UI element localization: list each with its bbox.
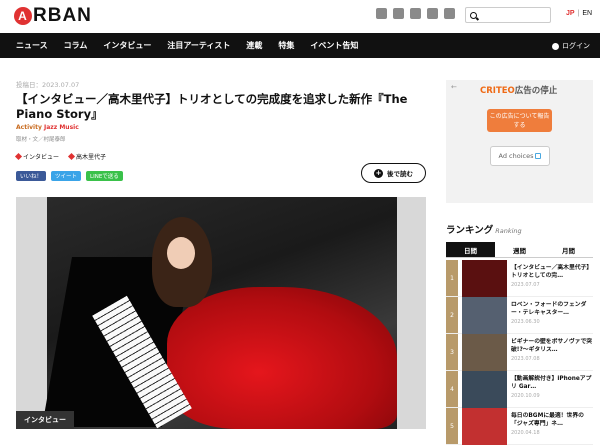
back-arrow-icon[interactable]: ← <box>451 83 457 91</box>
ranking-item-date: 2023.07.07 <box>511 282 540 288</box>
ranking-item-date: 2020.10.09 <box>511 393 540 399</box>
ranking-item-date: 2023.07.08 <box>511 356 540 362</box>
rss-icon[interactable] <box>444 8 455 19</box>
ranking-item[interactable]: 2 ロベン・フォードのフェンダー・テレキャスター… 2023.06.30 <box>446 297 593 334</box>
ranking-item-title: ビギナーの壁をボサノヴァで突破!?～ギタリス… <box>511 339 593 353</box>
tag-list: インタビュー 高木里代子 <box>14 152 107 161</box>
login-button[interactable]: ログイン <box>552 41 590 51</box>
tag-label: インタビュー <box>23 154 60 161</box>
facebook-like-button[interactable]: いいね！ <box>16 171 47 181</box>
activity-genre[interactable]: Jazz Music <box>44 124 79 131</box>
plus-icon: + <box>374 168 383 178</box>
rank-number: 4 <box>446 371 458 407</box>
rank-number: 1 <box>446 260 458 296</box>
read-later-button[interactable]: + 後で読む <box>361 163 426 183</box>
nav-events[interactable]: イベント告知 <box>310 40 358 51</box>
rank-number: 5 <box>446 408 458 444</box>
ranking-text: 【動画解説付き】iPhoneアプリ Gar… 2020.10.09 <box>511 371 593 407</box>
tab-monthly[interactable]: 月間 <box>544 242 593 258</box>
logo-text: RBAN <box>33 5 92 26</box>
social-links <box>376 8 455 19</box>
ranking-item-title: 毎日のBGMに最適！世界の「ジャズ専門」ネ… <box>511 413 584 427</box>
twitter-icon[interactable] <box>393 8 404 19</box>
category-label[interactable]: インタビュー <box>16 411 74 429</box>
ranking-item[interactable]: 5 毎日のBGMに最適！世界の「ジャズ専門」ネ… 2020.04.18 <box>446 408 593 445</box>
ranking-thumbnail <box>462 260 507 297</box>
ranking-text: 【インタビュー／高木里代子】トリオとしての完… 2023.07.07 <box>511 260 593 296</box>
ranking-title-text: ランキング <box>446 225 494 236</box>
ranking-item-title: ロベン・フォードのフェンダー・テレキャスター… <box>511 302 587 316</box>
ranking-text: ロベン・フォードのフェンダー・テレキャスター… 2023.06.30 <box>511 297 593 333</box>
criteo-logo: CRITEO <box>480 86 515 96</box>
article-date: 投稿日：2023.07.07 <box>16 81 80 89</box>
ranking-thumbnail <box>462 297 507 334</box>
nav-series[interactable]: 連載 <box>246 40 262 51</box>
tweet-button[interactable]: ツイート <box>51 171 82 181</box>
adchoices-button[interactable]: Ad choices <box>490 146 550 166</box>
ranking-text: 毎日のBGMに最適！世界の「ジャズ専門」ネ… 2020.04.18 <box>511 408 593 444</box>
lang-jp[interactable]: JP <box>566 10 575 17</box>
activity-prefix: Activity <box>16 124 44 131</box>
ranking-thumbnail <box>462 371 507 408</box>
facebook-icon[interactable] <box>376 8 387 19</box>
main-nav: ニュース コラム インタビュー 注目アーティスト 連載 特集 イベント告知 ログ… <box>0 33 600 58</box>
ranking-item[interactable]: 1 【インタビュー／高木里代子】トリオとしての完… 2023.07.07 <box>446 260 593 297</box>
nav-artists[interactable]: 注目アーティスト <box>167 40 230 51</box>
lang-en[interactable]: EN <box>582 10 592 17</box>
rank-number: 2 <box>446 297 458 333</box>
report-ad-button[interactable]: この広告について報告する <box>487 109 552 132</box>
nav-news[interactable]: ニュース <box>16 40 48 51</box>
nav-features[interactable]: 特集 <box>278 40 294 51</box>
header: A RBAN JP | EN <box>0 0 600 32</box>
line-share-button[interactable]: LINEで送る <box>86 171 123 181</box>
article-credit: 取材・文／村尾泰郎 <box>16 137 66 143</box>
nav-column[interactable]: コラム <box>64 40 88 51</box>
article-title: 【インタビュー／高木里代子】トリオとしての完成度を追求した新作『The Pian… <box>16 92 408 121</box>
face-shape <box>167 237 195 269</box>
lang-separator: | <box>577 10 580 17</box>
ranking-text: ビギナーの壁をボサノヴァで突破!?～ギタリス… 2023.07.08 <box>511 334 593 370</box>
ad-panel: ← CRITEO広告の停止 この広告について報告する Ad choices <box>446 80 593 203</box>
tag-icon <box>67 152 76 161</box>
ranking-list: 1 【インタビュー／高木里代子】トリオとしての完… 2023.07.07 2 ロベ… <box>446 260 593 445</box>
ranking-item-title: 【インタビュー／高木里代子】トリオとしての完… <box>511 265 593 279</box>
ranking-item[interactable]: 3 ビギナーの壁をボサノヴァで突破!?～ギタリス… 2023.07.08 <box>446 334 593 371</box>
adchoices-label: Ad choices <box>498 152 534 160</box>
user-icon <box>552 42 559 50</box>
tag-item[interactable]: 高木里代子 <box>67 152 107 161</box>
ranking-subtitle: Ranking <box>495 227 522 235</box>
tag-label: 高木里代子 <box>76 154 107 161</box>
search-input[interactable] <box>465 7 551 23</box>
ranking-thumbnail <box>462 334 507 371</box>
photo-content <box>42 197 397 429</box>
activity-label: Activity Jazz Music <box>16 124 79 131</box>
language-switch: JP | EN <box>566 10 592 17</box>
adchoices-icon <box>535 153 542 159</box>
ranking-thumbnail <box>462 408 507 445</box>
youtube-icon[interactable] <box>427 8 438 19</box>
red-dress-shape <box>167 287 397 429</box>
ranking-item[interactable]: 4 【動画解説付き】iPhoneアプリ Gar… 2020.10.09 <box>446 371 593 408</box>
ranking-title: ランキング Ranking <box>446 222 522 236</box>
tag-item[interactable]: インタビュー <box>14 152 60 161</box>
tab-weekly[interactable]: 週間 <box>495 242 544 258</box>
logo-mark: A <box>14 7 32 25</box>
search-icon[interactable] <box>470 11 477 19</box>
ranking-item-title: 【動画解説付き】iPhoneアプリ Gar… <box>511 376 592 390</box>
ad-title: 広告の停止 <box>514 86 558 96</box>
site-logo[interactable]: A RBAN <box>14 5 92 27</box>
ranking-item-date: 2020.04.18 <box>511 430 540 436</box>
ad-heading: CRITEO広告の停止 <box>480 84 557 96</box>
tag-icon <box>14 152 23 161</box>
nav-interview[interactable]: インタビュー <box>103 40 151 51</box>
rank-number: 3 <box>446 334 458 370</box>
ranking-item-date: 2023.06.30 <box>511 319 540 325</box>
login-label: ログイン <box>562 42 590 50</box>
tab-daily[interactable]: 日間 <box>446 242 495 258</box>
instagram-icon[interactable] <box>410 8 421 19</box>
ranking-tabs: 日間 週間 月間 <box>446 242 593 258</box>
read-later-label: 後で読む <box>387 170 413 178</box>
hero-image <box>16 197 426 429</box>
share-buttons: いいね！ ツイート LINEで送る <box>16 171 123 181</box>
